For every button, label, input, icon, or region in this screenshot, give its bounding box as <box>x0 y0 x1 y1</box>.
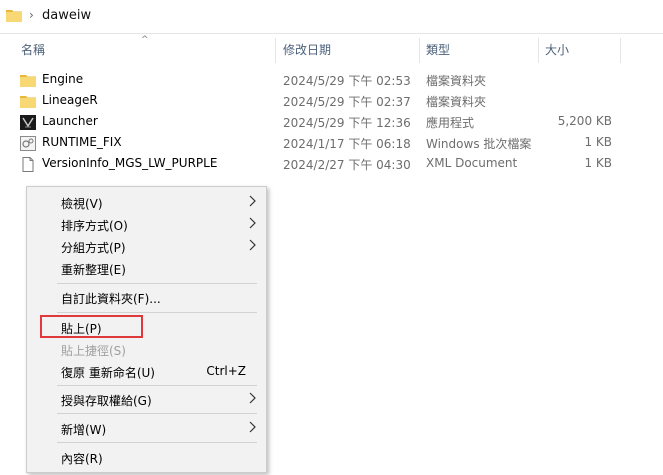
file-type: 應用程式 <box>426 116 475 130</box>
menu-item-label: 授與存取權給(G) <box>61 394 152 408</box>
menu-separator <box>57 283 257 284</box>
file-row[interactable]: VersionInfo_MGS_LW_PURPLE 2024/2/27 下午 0… <box>0 154 663 175</box>
column-divider[interactable] <box>275 38 276 63</box>
file-date: 2024/1/17 下午 06:18 <box>283 137 411 151</box>
file-type: 檔案資料夾 <box>426 74 487 88</box>
menu-item-label: 重新整理(E) <box>61 263 126 277</box>
chevron-right-icon <box>249 217 256 229</box>
file-size: 1 KB <box>584 156 612 170</box>
menu-item-properties[interactable]: 內容(R) <box>27 446 266 468</box>
file-type: 檔案資料夾 <box>426 95 487 109</box>
column-header-type[interactable]: 類型 <box>426 38 450 63</box>
file-row[interactable]: RUNTIME_FIX 2024/1/17 下午 06:18 Windows 批… <box>0 133 663 154</box>
app-icon <box>20 115 36 130</box>
menu-separator <box>57 385 257 386</box>
file-name: VersionInfo_MGS_LW_PURPLE <box>42 156 218 170</box>
file-size: 1 KB <box>584 135 612 149</box>
menu-item-undo-rename[interactable]: 復原 重新命名(U) Ctrl+Z <box>27 360 266 382</box>
menu-item-label: 復原 重新命名(U) <box>61 366 155 380</box>
breadcrumb-chevron-icon[interactable]: › <box>29 8 34 22</box>
file-type: Windows 批次檔案 <box>426 137 532 151</box>
folder-icon <box>20 75 36 87</box>
file-date: 2024/2/27 下午 04:30 <box>283 158 411 172</box>
menu-item-give-access[interactable]: 授與存取權給(G) <box>27 388 266 410</box>
column-header-name[interactable]: 名稱 <box>21 38 45 63</box>
column-divider[interactable] <box>620 38 621 63</box>
menu-separator <box>57 312 257 313</box>
keyboard-shortcut: Ctrl+Z <box>206 364 246 378</box>
column-divider[interactable] <box>538 38 539 63</box>
chevron-right-icon <box>249 239 256 251</box>
menu-item-sort[interactable]: 排序方式(O) <box>27 213 266 235</box>
file-size: 5,200 KB <box>557 114 612 128</box>
menu-item-customize-folder[interactable]: 自訂此資料夾(F)... <box>27 286 266 308</box>
menu-separator <box>57 413 257 414</box>
menu-item-label: 排序方式(O) <box>61 219 128 233</box>
menu-item-paste-shortcut: 貼上捷徑(S) <box>27 338 266 360</box>
menu-item-label: 檢視(V) <box>61 197 103 211</box>
file-name: LineageR <box>42 93 98 107</box>
chevron-right-icon <box>249 392 256 404</box>
file-name: RUNTIME_FIX <box>42 135 122 149</box>
menu-item-group[interactable]: 分組方式(P) <box>27 235 266 257</box>
file-date: 2024/5/29 下午 02:53 <box>283 74 411 88</box>
file-name: Engine <box>42 72 84 86</box>
file-row[interactable]: Engine 2024/5/29 下午 02:53 檔案資料夾 <box>0 70 663 91</box>
menu-separator <box>57 442 257 443</box>
column-header-row: 名稱 修改日期 類型 大小 <box>0 38 663 63</box>
column-header-size[interactable]: 大小 <box>545 38 569 63</box>
file-row[interactable]: Launcher 2024/5/29 下午 12:36 應用程式 5,200 K… <box>0 112 663 133</box>
folder-icon <box>20 96 36 108</box>
column-header-date[interactable]: 修改日期 <box>283 38 331 63</box>
file-date: 2024/5/29 下午 12:36 <box>283 116 411 130</box>
menu-item-label: 新增(W) <box>61 423 107 437</box>
address-bar[interactable]: › daweiw <box>0 0 663 34</box>
menu-item-view[interactable]: 檢視(V) <box>27 191 266 213</box>
document-icon <box>22 157 34 172</box>
folder-icon <box>6 10 22 22</box>
breadcrumb-current[interactable]: daweiw <box>42 8 91 23</box>
menu-item-label: 貼上捷徑(S) <box>61 344 126 358</box>
file-name: Launcher <box>42 114 98 128</box>
file-date: 2024/5/29 下午 02:37 <box>283 95 411 109</box>
highlight-box <box>40 315 143 338</box>
menu-item-new[interactable]: 新增(W) <box>27 417 266 439</box>
menu-item-refresh[interactable]: 重新整理(E) <box>27 257 266 279</box>
menu-item-label: 自訂此資料夾(F)... <box>61 292 161 306</box>
file-type: XML Document <box>426 156 518 170</box>
column-divider[interactable] <box>419 38 420 63</box>
chevron-right-icon <box>249 195 256 207</box>
menu-item-label: 內容(R) <box>61 452 103 466</box>
file-row[interactable]: LineageR 2024/5/29 下午 02:37 檔案資料夾 <box>0 91 663 112</box>
batch-file-icon <box>20 136 36 151</box>
chevron-right-icon <box>249 421 256 433</box>
menu-item-label: 分組方式(P) <box>61 241 126 255</box>
